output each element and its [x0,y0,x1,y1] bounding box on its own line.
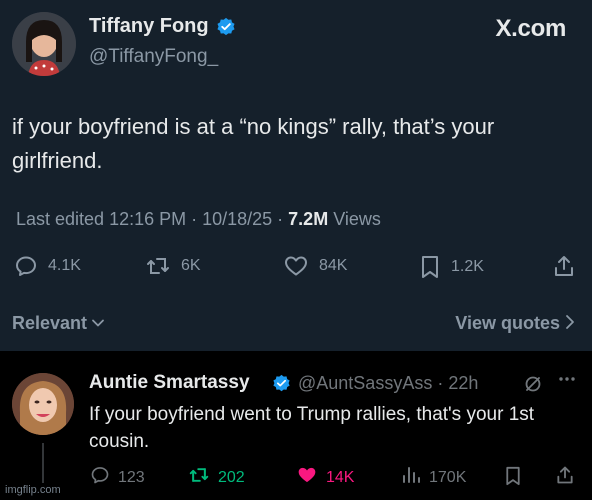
author-name[interactable]: Tiffany Fong [89,15,209,38]
reply-bookmark-button[interactable] [504,465,522,492]
chevron-right-icon [564,314,576,335]
views-count: 7.2M [288,209,329,229]
chevron-down-icon [91,314,105,335]
thread-line [42,443,44,483]
more-icon[interactable] [557,369,577,394]
bookmark-icon [504,465,522,492]
brand-logo: X.com [495,15,566,42]
reply-share-button[interactable] [555,465,575,490]
bookmark-icon [419,254,441,280]
reply-count: 4.1K [48,257,81,274]
sort-relevant-dropdown[interactable]: Relevant [12,313,105,335]
post-text: if your boyfriend is at a “no kings” ral… [12,114,495,173]
views-label: Views [328,209,381,229]
edited-timestamp[interactable]: Last edited 12:16 PM · 10/18/25 · [16,209,288,229]
verified-badge-icon [216,17,236,37]
repost-icon [145,254,171,278]
reply-like-count: 14K [326,468,355,486]
repost-count: 6K [181,257,201,274]
share-icon [555,465,575,490]
like-button[interactable]: 84K [283,254,347,278]
reply-repost-count: 202 [218,468,245,486]
reply-author-name[interactable]: Auntie Smartassy [89,372,250,394]
watermark: imgflip.com [5,484,61,496]
bookmark-button[interactable]: 1.2K [419,254,484,280]
reply-author-handle[interactable]: @AuntSassyAss · 22h [298,373,478,394]
reply-icon [14,254,38,278]
like-count: 84K [319,257,348,274]
like-icon [283,254,309,278]
view-quotes-link[interactable]: View quotes [455,313,576,335]
verified-badge-icon [272,374,291,393]
reply-button[interactable]: 4.1K [14,254,81,278]
view-quotes-label: View quotes [455,313,560,333]
like-icon [296,465,318,490]
author-handle[interactable]: @TiffanyFong_ [89,46,218,68]
reply-repost-button[interactable]: 202 [188,465,245,490]
reply-post: Auntie Smartassy @AuntSassyAss · 22h If … [0,351,592,500]
reply-reply-button[interactable]: 123 [90,465,145,490]
views-icon [401,465,421,490]
reply-views-button[interactable]: 170K [401,465,466,490]
reply-icon [90,465,110,490]
sort-label: Relevant [12,313,88,333]
reply-reply-count: 123 [118,468,145,486]
share-icon [552,254,576,278]
bookmark-count: 1.2K [451,258,484,275]
grok-icon[interactable] [524,375,542,398]
main-post: Tiffany Fong @TiffanyFong_ X.com if your… [0,0,592,351]
reply-text: If your boyfriend went to Trump rallies,… [89,404,535,452]
reply-views-count: 170K [429,468,467,486]
repost-button[interactable]: 6K [145,254,201,278]
reply-author-avatar[interactable] [12,373,74,435]
share-button[interactable] [552,254,576,278]
post-meta: Last edited 12:16 PM · 10/18/25 · 7.2M V… [16,209,381,230]
repost-icon [188,465,210,490]
author-avatar[interactable] [12,12,76,76]
reply-like-button[interactable]: 14K [296,465,354,490]
